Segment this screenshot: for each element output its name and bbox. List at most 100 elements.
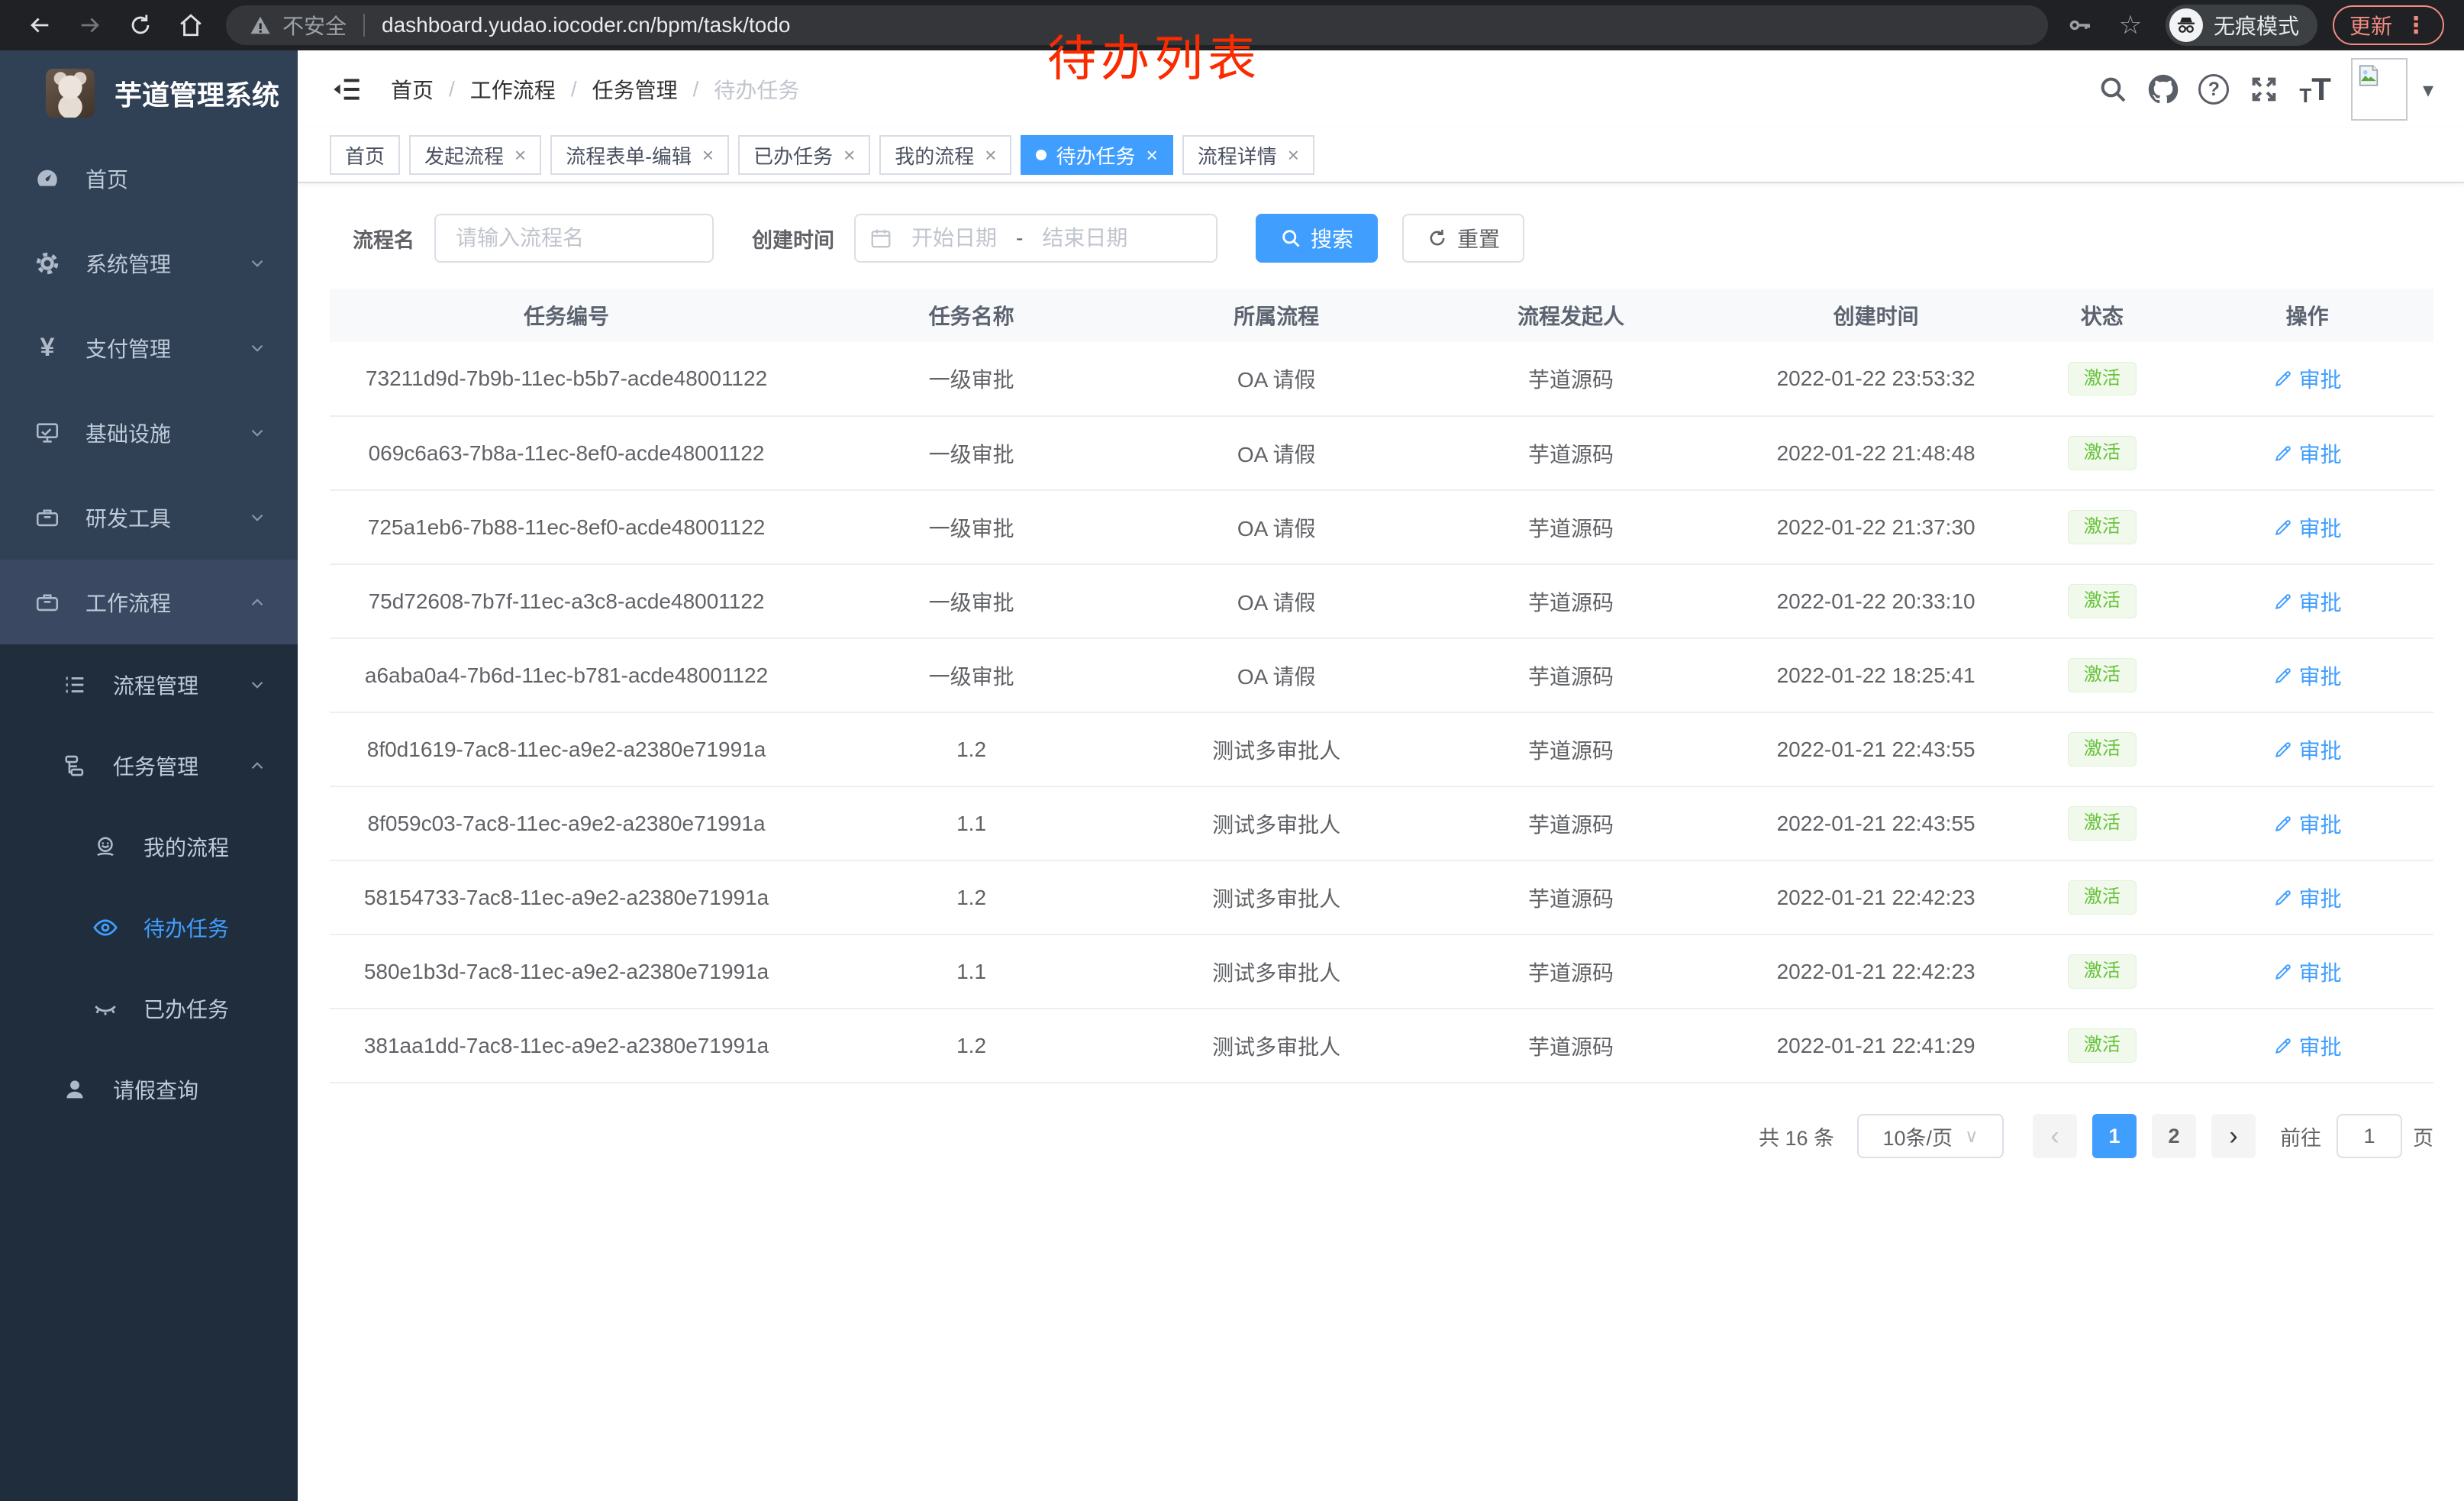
breadcrumb-separator: / (693, 77, 699, 102)
approve-button[interactable]: 审批 (2273, 1031, 2342, 1061)
view-tab[interactable]: 流程表单-编辑 × (550, 135, 729, 175)
view-tab[interactable]: 流程详情 × (1182, 135, 1314, 175)
pencil-icon (2273, 444, 2293, 463)
table-row: 58154733-7ac8-11ec-a9e2-a2380e71991a 1.2… (330, 860, 2433, 934)
view-tab[interactable]: 发起流程 × (409, 135, 541, 175)
approve-button[interactable]: 审批 (2273, 883, 2342, 913)
update-label[interactable]: 更新 (2350, 10, 2392, 40)
tab-close-icon[interactable]: × (1288, 144, 1299, 167)
approve-button[interactable]: 审批 (2273, 660, 2342, 691)
search-icon[interactable] (2098, 74, 2128, 105)
search-icon (1280, 228, 1301, 249)
created-time-cell: 2022-01-21 22:42:23 (1729, 934, 2024, 1009)
app-title: 芋道管理系统 (114, 73, 279, 113)
goto-page-input[interactable] (2337, 1114, 2402, 1158)
sidebar-item-home[interactable]: 首页 (0, 136, 298, 221)
pencil-icon (2273, 369, 2293, 389)
breadcrumb-item[interactable]: 任务管理 (592, 74, 678, 105)
sidebar-item-label: 研发工具 (85, 502, 171, 533)
filter-form: 流程名 创建时间 - 搜索 重置 (353, 214, 2433, 263)
sidebar-item-my-process[interactable]: 我的流程 (0, 806, 298, 887)
sidebar-collapse-icon[interactable] (328, 71, 365, 108)
avatar[interactable] (2351, 58, 2408, 121)
sidebar-item-infrastructure[interactable]: 基础设施 (0, 390, 298, 475)
tab-close-icon[interactable]: × (514, 144, 526, 167)
people-icon (90, 834, 121, 860)
sidebar-item-process-management[interactable]: 流程管理 (0, 644, 298, 725)
font-size-icon[interactable]: TT (2299, 71, 2331, 108)
sidebar-item-workflow[interactable]: 工作流程 (0, 560, 298, 644)
next-page-button[interactable]: › (2211, 1114, 2256, 1158)
browser-back-icon[interactable] (20, 5, 60, 45)
briefcase-icon (32, 505, 63, 531)
approve-button[interactable]: 审批 (2273, 957, 2342, 987)
sidebar-item-payment[interactable]: ¥ 支付管理 (0, 305, 298, 390)
chevron-down-icon: ∨ (1965, 1125, 1979, 1148)
approve-button[interactable]: 审批 (2273, 586, 2342, 617)
sidebar-item-task-management[interactable]: 任务管理 (0, 725, 298, 806)
browser-update-button[interactable]: 更新 ⋮ (2333, 5, 2444, 45)
created-time-cell: 2022-01-22 21:48:48 (1729, 416, 2024, 490)
initiator-cell: 芋道源码 (1413, 934, 1728, 1009)
table-row: a6aba0a4-7b6d-11ec-b781-acde48001122 一级审… (330, 638, 2433, 712)
approve-button[interactable]: 审批 (2273, 438, 2342, 469)
sidebar-item-done-tasks[interactable]: 已办任务 (0, 968, 298, 1049)
tab-close-icon[interactable]: × (1147, 144, 1158, 167)
sidebar-item-devtools[interactable]: 研发工具 (0, 475, 298, 560)
tree-icon (60, 753, 90, 779)
fullscreen-icon[interactable] (2249, 74, 2279, 105)
tab-label: 流程表单-编辑 (566, 141, 692, 169)
process-name-input[interactable] (434, 214, 714, 263)
sidebar-item-todo-tasks[interactable]: 待办任务 (0, 887, 298, 968)
sidebar-item-system[interactable]: 系统管理 (0, 221, 298, 305)
page-number-button[interactable]: 1 (2092, 1114, 2137, 1158)
url-text[interactable]: dashboard.yudao.iocoder.cn/bpm/task/todo (382, 13, 790, 37)
sidebar-item-label: 我的流程 (144, 831, 229, 862)
browser-reload-icon[interactable] (121, 5, 160, 45)
tab-close-icon[interactable]: × (843, 144, 855, 167)
browser-menu-icon[interactable]: ⋮ (2404, 12, 2427, 39)
view-tab[interactable]: 待办任务 × (1021, 135, 1172, 175)
tab-close-icon[interactable]: × (702, 144, 714, 167)
breadcrumb-item[interactable]: 首页 (391, 74, 434, 105)
table-row: 580e1b3d-7ac8-11ec-a9e2-a2380e71991a 1.1… (330, 934, 2433, 1009)
task-name-cell: 1.1 (803, 786, 1140, 860)
bookmark-star-icon[interactable]: ☆ (2111, 5, 2150, 45)
not-secure-warning-icon[interactable] (249, 14, 272, 37)
process-cell: OA 请假 (1140, 342, 1413, 416)
password-key-icon[interactable] (2060, 5, 2100, 45)
task-id-cell: 8f059c03-7ac8-11ec-a9e2-a2380e71991a (330, 786, 803, 860)
approve-button[interactable]: 审批 (2273, 809, 2342, 839)
security-label[interactable]: 不安全 (282, 10, 347, 40)
page-number-button[interactable]: 2 (2152, 1114, 2196, 1158)
avatar-caret-icon[interactable]: ▾ (2423, 77, 2433, 102)
view-tab[interactable]: 我的流程 × (879, 135, 1011, 175)
workflow-submenu: 流程管理 任务管理 我的流程 待办任务 已办 (0, 644, 298, 1130)
approve-button[interactable]: 审批 (2273, 363, 2342, 394)
reset-button[interactable]: 重置 (1402, 214, 1524, 263)
browser-home-icon[interactable] (171, 5, 211, 45)
help-icon[interactable]: ? (2198, 74, 2229, 105)
tab-close-icon[interactable]: × (985, 144, 996, 167)
start-date-input[interactable] (897, 226, 1011, 250)
github-icon[interactable] (2148, 74, 2179, 105)
approve-button[interactable]: 审批 (2273, 512, 2342, 543)
active-tab-dot (1036, 150, 1047, 160)
breadcrumb-item[interactable]: 待办任务 (714, 74, 799, 105)
breadcrumb-item[interactable]: 工作流程 (470, 74, 556, 105)
view-tab[interactable]: 首页 (330, 135, 400, 175)
end-date-input[interactable] (1027, 226, 1142, 250)
page-size-select[interactable]: 10条/页 ∨ (1857, 1114, 2004, 1158)
search-button[interactable]: 搜索 (1256, 214, 1378, 263)
view-tab[interactable]: 已办任务 × (738, 135, 870, 175)
date-range-picker[interactable]: - (854, 214, 1217, 263)
browser-forward-icon[interactable] (70, 5, 110, 45)
page-unit-label: 页 (2413, 1122, 2433, 1151)
sidebar-item-leave-query[interactable]: 请假查询 (0, 1049, 298, 1130)
task-name-cell: 一级审批 (803, 638, 1140, 712)
prev-page-button[interactable]: ‹ (2033, 1114, 2077, 1158)
todo-task-table: 任务编号任务名称所属流程流程发起人创建时间状态操作 73211d9d-7b9b-… (330, 289, 2433, 1083)
approve-button[interactable]: 审批 (2273, 734, 2342, 765)
table-row: 725a1eb6-7b88-11ec-8ef0-acde48001122 一级审… (330, 490, 2433, 564)
tag-view-bar: 首页 发起流程 × 流程表单-编辑 × 已办任务 (298, 128, 2464, 183)
